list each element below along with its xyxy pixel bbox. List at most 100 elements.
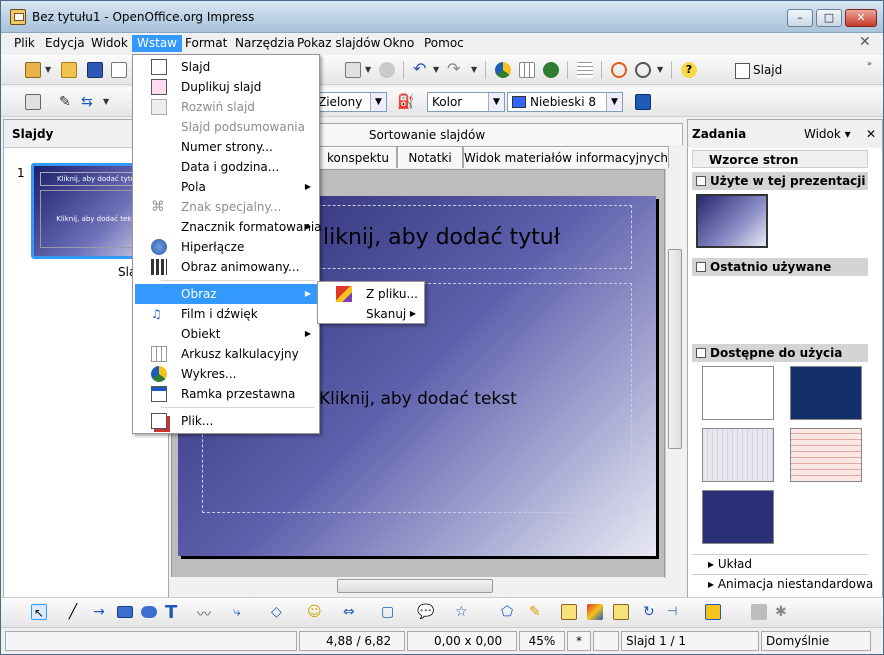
table-icon[interactable] — [519, 62, 535, 78]
menu-widok[interactable]: Widok — [86, 35, 133, 52]
menu-item-arkusz[interactable]: Arkusz kalkulacyjny — [135, 344, 317, 364]
styles-icon[interactable] — [25, 94, 41, 110]
tasks-view-menu[interactable]: Widok ▾ — [804, 120, 851, 148]
fill-bucket-icon[interactable]: ⛽ — [397, 94, 414, 110]
chevron-down-icon[interactable]: ▼ — [103, 97, 109, 106]
tab-konspekt[interactable]: konspektu — [319, 146, 397, 168]
document-close-icon[interactable]: ✕ — [859, 34, 871, 50]
rectangle-tool-icon[interactable] — [117, 606, 133, 618]
fontwork-icon[interactable] — [561, 604, 577, 620]
status-zoom[interactable]: 45% — [519, 631, 565, 651]
chevron-down-icon[interactable]: ▼ — [657, 65, 663, 74]
stars-icon[interactable]: ☆ — [455, 604, 471, 620]
menu-item-znacznik-formatowania[interactable]: Znacznik formatowania ▶ — [135, 217, 322, 237]
submenu-item-z-pliku[interactable]: Z pliku... — [320, 284, 422, 304]
help-icon[interactable]: ? — [681, 62, 697, 78]
master-pages-section[interactable]: Wzorce stron — [692, 150, 868, 168]
menu-item-hiperlacze[interactable]: Hiperłącze — [135, 237, 317, 257]
scroll-thumb[interactable] — [668, 249, 682, 449]
menu-edycja[interactable]: Edycja — [40, 35, 90, 52]
fill-color-select[interactable]: Niebieski 8 ▼ — [507, 92, 623, 112]
custom-animation-section[interactable]: ▸ Animacja niestandardowa — [692, 574, 873, 592]
menu-okno[interactable]: Okno — [378, 35, 419, 52]
status-signature[interactable] — [593, 631, 619, 651]
save-icon[interactable] — [87, 62, 103, 78]
menu-item-data-i-godzina[interactable]: Data i godzina... — [135, 157, 317, 177]
arrange-icon[interactable] — [705, 604, 721, 620]
menu-item-duplikuj-slajd[interactable]: Duplikuj slajd — [135, 77, 317, 97]
open-folder-icon[interactable] — [61, 62, 77, 78]
chevron-down-icon[interactable]: ▼ — [433, 65, 439, 74]
select-arrow-icon[interactable]: ↖ — [31, 604, 47, 620]
vertical-scrollbar[interactable] — [665, 169, 683, 579]
menu-item-obiekt[interactable]: Obiekt ▶ — [135, 324, 317, 344]
new-slide-button[interactable]: Slajd — [733, 60, 782, 80]
tab-materialy-informacyjne[interactable]: Widok materiałów informacyjnych — [463, 146, 669, 168]
menu-narzedzia[interactable]: Narzędzia — [230, 35, 300, 52]
minimize-button[interactable]: – — [787, 9, 813, 27]
menu-item-obraz-animowany[interactable]: Obraz animowany... — [135, 257, 317, 277]
symbol-shapes-icon[interactable]: ☺ — [307, 604, 323, 620]
extrusion-icon[interactable] — [751, 604, 767, 620]
arrow-tool-icon[interactable]: → — [91, 604, 107, 620]
chevron-down-icon[interactable]: ▼ — [471, 65, 477, 74]
new-document-icon[interactable] — [25, 62, 41, 78]
master-thumb-white[interactable] — [702, 366, 774, 420]
tab-notatki[interactable]: Notatki — [397, 146, 463, 168]
menu-pomoc[interactable]: Pomoc — [419, 35, 469, 52]
menu-item-ramka-przestawna[interactable]: Ramka przestawna — [135, 384, 317, 404]
chart-icon[interactable] — [495, 62, 511, 78]
line-tool-icon[interactable]: ╱ — [65, 604, 81, 620]
menu-item-wykres[interactable]: Wykres... — [135, 364, 317, 384]
block-arrows-icon[interactable]: ⇔ — [343, 604, 359, 620]
menu-item-plik[interactable]: Plik... — [135, 411, 317, 431]
section-recent[interactable]: Ostatnio używane — [692, 258, 868, 276]
chevron-down-icon[interactable]: ▼ — [606, 93, 622, 111]
basic-shapes-icon[interactable]: ◇ — [271, 604, 287, 620]
line-color-select[interactable]: Zielony ▼ — [313, 92, 387, 112]
section-used[interactable]: Użyte w tej prezentacji — [692, 172, 868, 190]
master-thumb-stripes[interactable] — [790, 428, 862, 482]
email-icon[interactable] — [111, 62, 127, 78]
ellipse-tool-icon[interactable] — [141, 606, 157, 618]
menu-item-slajd[interactable]: Slajd — [135, 57, 317, 77]
points-icon[interactable]: ⬠ — [501, 604, 517, 620]
section-available[interactable]: Dostępne do użycia — [692, 344, 868, 362]
menu-item-film-i-dzwiek[interactable]: ♫ Film i dźwięk — [135, 304, 317, 324]
glue-points-icon[interactable]: ✎ — [529, 604, 545, 620]
undo-icon[interactable]: ↶ — [413, 61, 429, 78]
menu-format[interactable]: Format — [180, 35, 232, 52]
rotate-icon[interactable]: ↻ — [643, 604, 659, 620]
menu-plik[interactable]: Plik — [9, 35, 40, 52]
close-button[interactable]: ✕ — [845, 9, 877, 27]
menu-item-obraz[interactable]: Obraz ▶ — [135, 284, 317, 304]
effects-icon[interactable]: ✱ — [775, 604, 791, 620]
layout-section[interactable]: ▸ Układ — [692, 554, 868, 572]
paste-icon[interactable] — [345, 62, 361, 78]
master-thumb-used[interactable] — [696, 194, 768, 248]
scroll-thumb[interactable] — [337, 579, 493, 593]
from-file-image-icon[interactable] — [587, 604, 603, 620]
master-thumb-grid[interactable] — [702, 428, 774, 482]
menu-pokaz-slajdow[interactable]: Pokaz slajdów — [292, 35, 385, 52]
clone-format-icon[interactable] — [379, 62, 395, 78]
tasks-close-icon[interactable]: ✕ — [866, 120, 876, 148]
zoom-icon[interactable] — [635, 62, 651, 78]
show-draw-functions-icon[interactable] — [543, 62, 559, 78]
flowchart-icon[interactable]: ▢ — [381, 604, 397, 620]
chevron-down-icon[interactable]: ▼ — [488, 93, 504, 111]
redo-icon[interactable]: ↷ — [447, 61, 463, 78]
submenu-item-skanuj[interactable]: Skanuj ▶ — [320, 304, 422, 324]
chevron-down-icon[interactable]: ▼ — [45, 65, 51, 74]
master-thumb-dark-blue[interactable] — [702, 490, 774, 544]
grid-icon[interactable] — [577, 62, 593, 78]
menu-item-pola[interactable]: Pola ▶ — [135, 177, 317, 197]
chevron-down-icon[interactable]: ▼ — [365, 65, 371, 74]
menu-wstaw[interactable]: Wstaw — [132, 35, 182, 52]
connector-tool-icon[interactable]: ⤷ — [233, 604, 249, 620]
callouts-icon[interactable]: 💬 — [417, 604, 434, 620]
curve-tool-icon[interactable]: 〰 — [197, 604, 213, 623]
line-icon[interactable]: ✎ — [59, 94, 75, 110]
maximize-button[interactable]: □ — [816, 9, 842, 27]
gallery-icon[interactable] — [613, 604, 629, 620]
